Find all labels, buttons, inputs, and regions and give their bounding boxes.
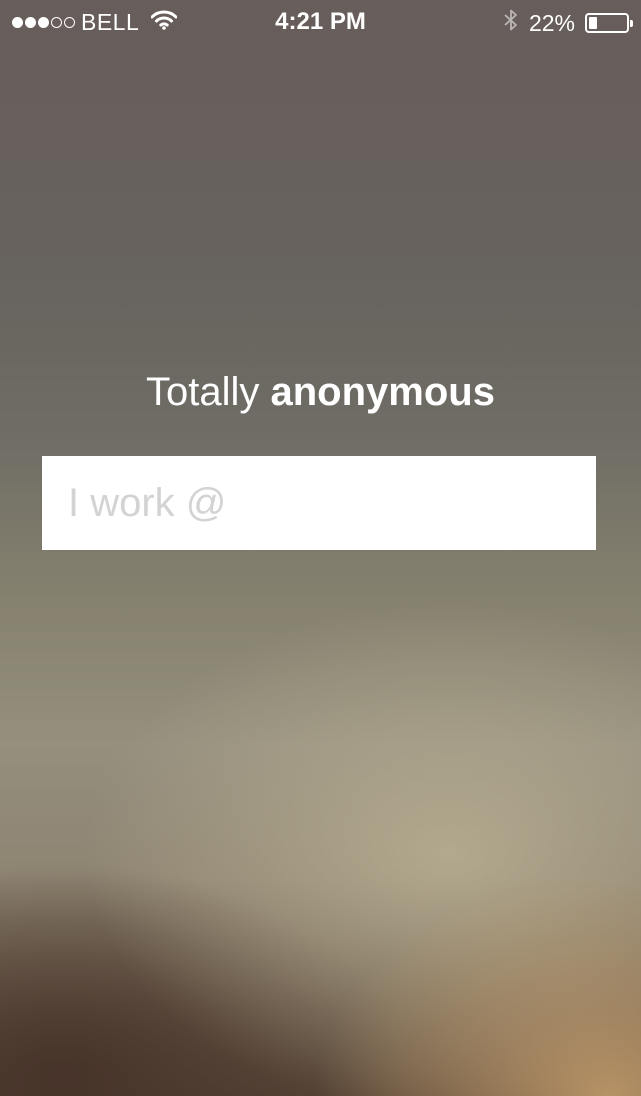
status-right: 22% <box>503 8 633 38</box>
battery-tip <box>630 20 633 27</box>
headline-bold: anonymous <box>270 370 495 414</box>
headline: Totally anonymous <box>0 370 641 415</box>
battery-percent: 22% <box>528 9 575 36</box>
battery-icon <box>585 13 633 33</box>
headline-regular: Totally <box>146 370 271 414</box>
bluetooth-icon <box>503 8 519 38</box>
workplace-input[interactable] <box>42 456 596 550</box>
battery-fill <box>589 17 597 29</box>
status-bar: BELL 4:21 PM 22% <box>0 0 641 44</box>
